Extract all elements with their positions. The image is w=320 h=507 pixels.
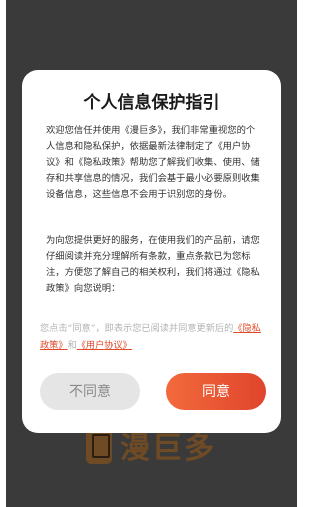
notice-and: 和 [67,340,77,351]
left-frame-edge [0,0,6,507]
intro-paragraph: 欢迎您信任并使用《漫巨多》，我们非常重视您的个人信息和隐私保护，依据最新法律制定… [46,125,260,200]
notice-prefix: 您点击“同意”，即表示您已阅读并同意更新后的 [40,323,234,334]
agree-button[interactable]: 同意 [166,373,266,410]
privacy-dialog: 个人信息保护指引 欢迎您信任并使用《漫巨多》，我们非常重视您的个人信息和隐私保护… [22,70,281,433]
user-agreement-link[interactable]: 《用户协议》 [77,340,132,351]
right-frame-edge [297,0,303,507]
terms-paragraph: 为向您提供更好的服务，在使用我们的产品前，请您仔细阅读并充分理解所有条款，重点条… [46,235,260,294]
consent-notice: 您点击“同意”，即表示您已阅读并同意更新后的《隐私政策》和《用户协议》 [40,320,270,354]
disagree-button[interactable]: 不同意 [40,373,140,410]
dialog-title: 个人信息保护指引 [83,93,220,113]
